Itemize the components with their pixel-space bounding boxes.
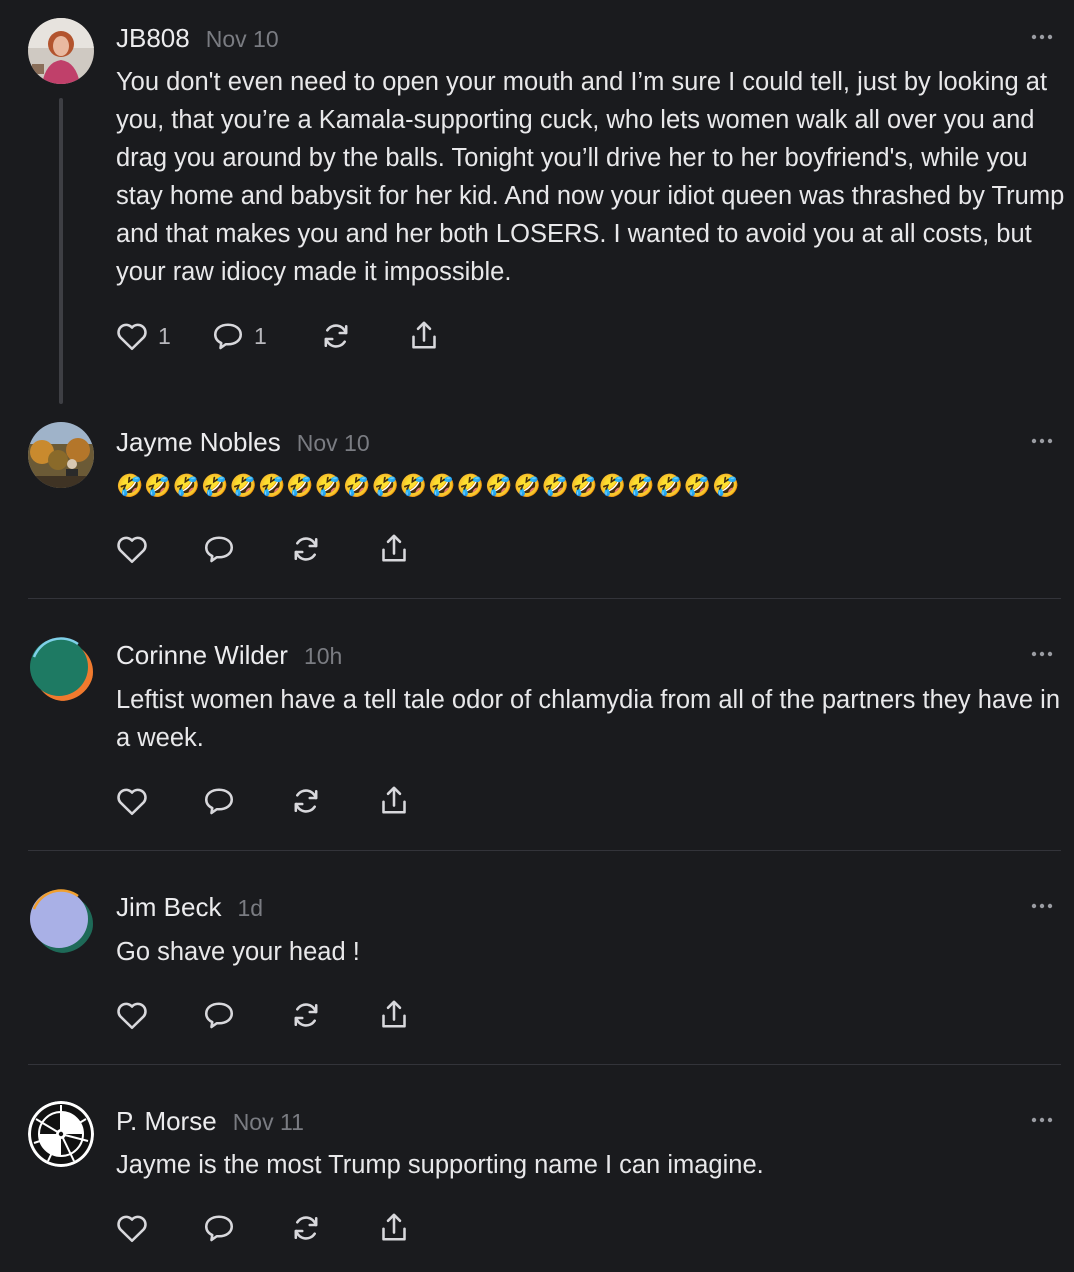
restack-button[interactable] bbox=[288, 995, 324, 1035]
restack-button[interactable] bbox=[288, 781, 324, 821]
timestamp: 1d bbox=[237, 895, 264, 921]
divider bbox=[28, 1064, 1061, 1065]
author-name[interactable]: P. Morse Nov 11 bbox=[116, 1106, 304, 1137]
like-count: 1 bbox=[158, 322, 171, 349]
timestamp: 10h bbox=[303, 643, 343, 669]
timestamp: Nov 10 bbox=[205, 26, 279, 52]
reply-button[interactable] bbox=[201, 781, 237, 821]
comment-text: Jayme is the most Trump supporting name … bbox=[116, 1151, 764, 1179]
restack-arrows-icon bbox=[288, 1210, 324, 1246]
restack-button[interactable] bbox=[288, 1208, 324, 1248]
restack-button[interactable] bbox=[288, 529, 324, 569]
like-button[interactable] bbox=[114, 781, 150, 821]
like-button[interactable]: 1 bbox=[114, 316, 171, 356]
author-name-text[interactable]: Corinne Wilder bbox=[116, 640, 288, 670]
ellipsis-icon[interactable] bbox=[1028, 1114, 1058, 1126]
author-name[interactable]: JB808 Nov 10 bbox=[116, 23, 279, 54]
avatar[interactable] bbox=[28, 422, 94, 488]
restack-arrows-icon bbox=[288, 783, 324, 819]
avatar[interactable] bbox=[28, 1101, 94, 1167]
like-button[interactable] bbox=[114, 1208, 150, 1248]
author-name[interactable]: Jim Beck 1d bbox=[116, 892, 263, 923]
avatar[interactable] bbox=[28, 887, 94, 953]
divider bbox=[28, 850, 1061, 851]
reply-count: 1 bbox=[254, 322, 267, 349]
heart-icon bbox=[114, 783, 150, 819]
like-button[interactable] bbox=[114, 529, 150, 569]
reply-button[interactable] bbox=[201, 1208, 237, 1248]
divider bbox=[28, 598, 1061, 599]
share-button[interactable] bbox=[376, 781, 412, 821]
ellipsis-icon[interactable] bbox=[1028, 900, 1058, 912]
ellipsis-icon[interactable] bbox=[1028, 648, 1058, 660]
timestamp: Nov 11 bbox=[232, 1109, 304, 1135]
reply-button[interactable] bbox=[201, 995, 237, 1035]
comment-text: Go shave your head ! bbox=[116, 938, 360, 966]
ellipsis-icon[interactable] bbox=[1028, 435, 1058, 447]
share-upload-icon bbox=[376, 1210, 412, 1246]
heart-icon bbox=[114, 318, 150, 354]
thread-connector-line bbox=[59, 98, 63, 404]
speech-bubble-icon bbox=[201, 531, 237, 567]
author-name-text[interactable]: Jayme Nobles bbox=[116, 427, 281, 457]
comment-text: Leftist women have a tell tale odor of c… bbox=[116, 686, 1060, 752]
speech-bubble-icon bbox=[201, 1210, 237, 1246]
speech-bubble-icon bbox=[201, 997, 237, 1033]
heart-icon bbox=[114, 1210, 150, 1246]
share-upload-icon bbox=[376, 783, 412, 819]
comment-text: 🤣🤣🤣🤣🤣🤣🤣🤣🤣🤣🤣🤣🤣🤣🤣🤣🤣🤣🤣🤣🤣🤣 bbox=[116, 473, 741, 498]
share-button[interactable] bbox=[376, 995, 412, 1035]
restack-button[interactable] bbox=[318, 316, 354, 356]
restack-arrows-icon bbox=[318, 318, 354, 354]
heart-icon bbox=[114, 531, 150, 567]
author-name-text[interactable]: P. Morse bbox=[116, 1106, 217, 1136]
like-button[interactable] bbox=[114, 995, 150, 1035]
author-name-text[interactable]: Jim Beck bbox=[116, 892, 221, 922]
reply-button[interactable] bbox=[201, 529, 237, 569]
share-button[interactable] bbox=[376, 1208, 412, 1248]
timestamp: Nov 10 bbox=[296, 430, 370, 456]
speech-bubble-icon bbox=[201, 783, 237, 819]
author-name[interactable]: Jayme Nobles Nov 10 bbox=[116, 427, 370, 458]
share-button[interactable] bbox=[406, 316, 442, 356]
share-upload-icon bbox=[376, 531, 412, 567]
avatar[interactable] bbox=[28, 635, 94, 701]
author-name[interactable]: Corinne Wilder 10h bbox=[116, 640, 342, 671]
author-name-text[interactable]: JB808 bbox=[116, 23, 190, 53]
share-button[interactable] bbox=[376, 529, 412, 569]
restack-arrows-icon bbox=[288, 997, 324, 1033]
reply-button[interactable]: 1 bbox=[210, 316, 267, 356]
comment-text: You don't even need to open your mouth a… bbox=[116, 68, 1065, 286]
share-upload-icon bbox=[376, 997, 412, 1033]
avatar[interactable] bbox=[28, 18, 94, 84]
heart-icon bbox=[114, 997, 150, 1033]
ellipsis-icon[interactable] bbox=[1028, 31, 1058, 43]
restack-arrows-icon bbox=[288, 531, 324, 567]
share-upload-icon bbox=[406, 318, 442, 354]
speech-bubble-icon bbox=[210, 318, 246, 354]
